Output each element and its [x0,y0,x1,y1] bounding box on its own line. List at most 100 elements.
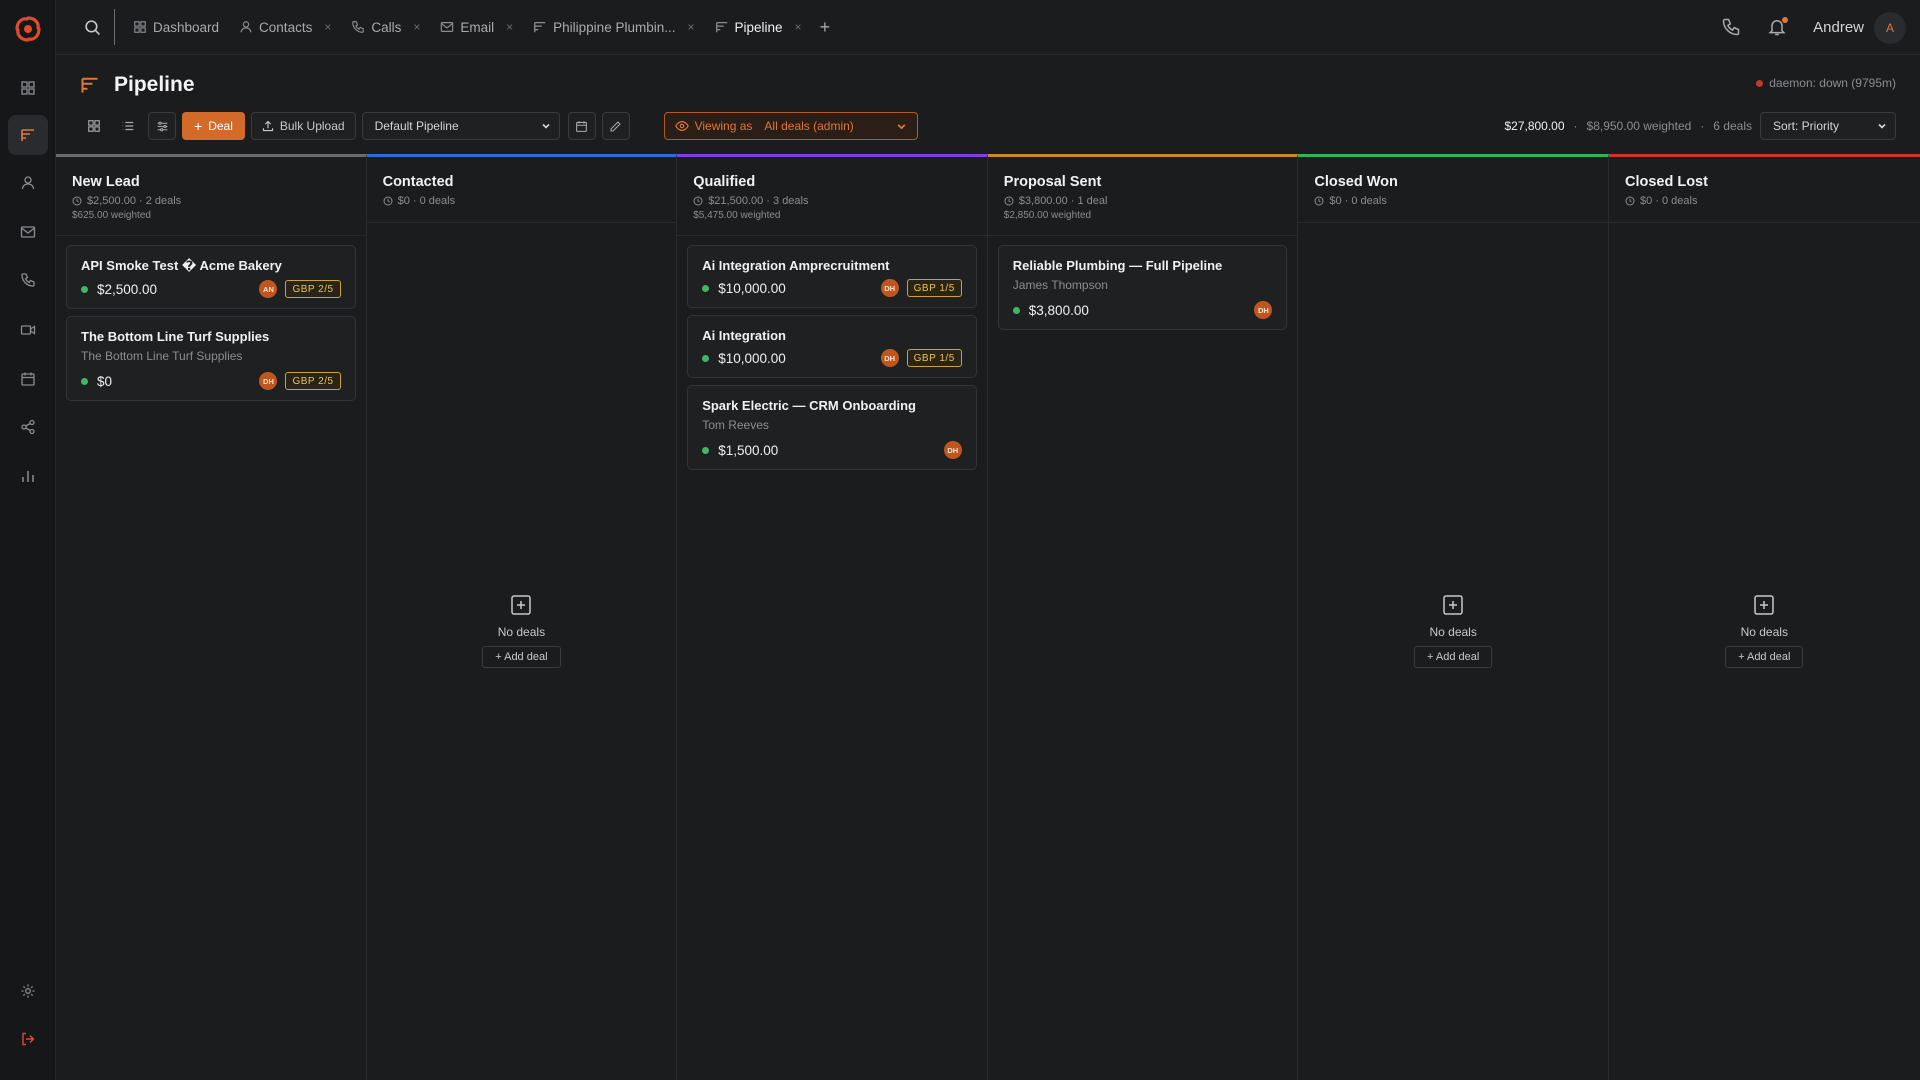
tab-calls[interactable]: Calls × [343,12,428,42]
viewing-as-label: Viewing as [694,119,753,133]
column-header: Proposal Sent $3,800.00 · 1 deal $2,850.… [987,157,1298,236]
deal-amount: $1,500.00 [718,442,779,458]
empty-state: No deals + Add deal [1609,593,1920,668]
search-icon[interactable] [80,15,104,39]
add-deal-button[interactable]: + Deal [182,112,245,140]
column-meta-text: $0 · 0 deals [397,195,456,207]
deal-subtitle: The Bottom Line Turf Supplies [81,349,243,363]
rail-gear-icon[interactable] [8,971,48,1011]
app-logo-icon[interactable] [13,14,43,44]
tab-pipeline[interactable]: Pipeline × [707,12,810,42]
gbp-badge: GBP 1/5 [906,349,962,367]
add-deal-link[interactable]: + Add deal [482,646,561,668]
clock-icon [1314,196,1324,206]
filter-settings-button[interactable] [148,112,176,140]
rail-share-icon[interactable] [8,407,48,447]
rail-calendar-icon[interactable] [8,359,48,399]
topbar-right: Andrew A [1721,0,1920,55]
tab-contacts[interactable]: Contacts × [231,12,339,42]
add-square-icon [1443,595,1463,615]
status-dot [1012,306,1020,314]
column-title: Closed Won [1314,174,1398,190]
close-icon[interactable]: × [324,20,331,34]
add-deal-link[interactable]: + Add deal [1725,646,1804,668]
deal-amount: $2,500.00 [97,281,158,297]
grid-icon [134,21,146,33]
column-weighted: $5,475.00 weighted [693,210,781,221]
phone-icon[interactable] [1721,17,1743,39]
rail-phone-icon[interactable] [8,260,48,300]
empty-text: No deals [497,625,546,639]
bulk-upload-button[interactable]: Bulk Upload [250,112,356,140]
deal-subtitle: Tom Reeves [702,418,769,432]
close-icon[interactable]: × [687,20,694,34]
viewing-as-select[interactable]: Viewing as All deals (admin) [663,112,918,140]
rail-pipeline-icon[interactable] [8,115,48,155]
gbp-badge: GBP 1/5 [906,279,962,297]
deal-card[interactable]: The Bottom Line Turf Supplies The Bottom… [66,316,356,401]
pipeline-weighted: $8,950.00 weighted [1586,119,1692,133]
bell-icon[interactable] [1767,16,1789,39]
deal-card[interactable]: API Smoke Test � Acme Bakery $2,500.00 A… [66,245,356,309]
rail-analytics-icon[interactable] [8,456,48,496]
left-rail [0,0,56,1080]
daemon-status: daemon: down (9795m) [1756,76,1896,90]
tab-label: Contacts [259,19,313,35]
status-dot [81,377,88,385]
column-meta: $0 · 0 deals [383,195,661,207]
column-header: Closed Won $0 · 0 deals [1298,157,1608,223]
rail-mail-icon[interactable] [8,212,48,252]
deal-row: $10,000.00 DH GBP 1/5 [702,349,962,367]
status-dot [702,446,710,454]
tab-label: Pipeline [734,19,783,35]
column-proposal-sent: Proposal Sent $3,800.00 · 1 deal $2,850.… [987,154,1299,1080]
pipeline-icon [534,21,546,33]
page-title: Pipeline [114,73,195,96]
chevron-down-icon [1878,123,1886,129]
deal-subtitle: James Thompson [1012,278,1108,292]
daemon-status-text: daemon: down (9795m) [1769,76,1896,90]
close-icon[interactable]: × [795,20,802,34]
avatar[interactable]: A [1874,11,1906,44]
deal-card[interactable]: Reliable Plumbing — Full Pipeline James … [997,245,1288,330]
list-view-button[interactable] [114,112,142,140]
tab-email[interactable]: Email × [432,12,521,42]
rail-dashboard-icon[interactable] [8,68,48,108]
column-title: Contacted [382,174,454,190]
edit-pipeline-button[interactable] [601,112,630,140]
deal-card[interactable]: Ai Integration Amprecruitment $10,000.00… [687,245,977,308]
plus-icon: + [194,118,203,134]
sort-select[interactable]: Sort: Priority [1760,112,1896,140]
column-new-lead: New Lead $2,500.00 · 2 deals $625.00 wei… [56,154,367,1080]
tab-dashboard[interactable]: Dashboard [125,12,227,42]
close-icon[interactable]: × [506,20,513,34]
pipeline-select[interactable]: Default Pipeline [361,112,560,140]
clock-icon [693,196,703,206]
deal-card[interactable]: Ai Integration $10,000.00 DH GBP 1/5 [687,315,977,378]
upload-icon [262,120,273,132]
pipeline-total: $27,800.00 [1504,119,1565,133]
column-contacted: Contacted $0 · 0 deals No deals + Add de… [366,154,678,1080]
deal-card[interactable]: Spark Electric — CRM Onboarding Tom Reev… [687,385,977,470]
column-meta-text: $2,500.00 · 2 deals [87,195,182,207]
tab-philippine-plumbing[interactable]: Philippine Plumbin... × [525,12,702,42]
notification-dot [1782,16,1789,23]
calendar-button[interactable] [567,112,596,140]
chevron-down-icon [897,123,906,129]
page-header: Pipeline [80,70,195,100]
rail-video-icon[interactable] [8,310,48,350]
add-deal-link[interactable]: + Add deal [1414,646,1493,668]
deal-title: API Smoke Test � Acme Bakery [81,258,282,273]
add-deal-label: Deal [208,119,233,133]
owner-avatar: AN [259,280,278,298]
rail-contacts-icon[interactable] [8,163,48,203]
user-name[interactable]: Andrew [1813,19,1864,36]
owner-avatar: DH [1254,301,1273,319]
calendar-icon [576,120,587,132]
close-icon[interactable]: × [413,20,420,34]
board-view-button[interactable] [80,112,108,140]
deal-row: $3,800.00 DH [1012,301,1273,319]
add-tab-button[interactable]: + [820,17,831,38]
rail-logout-icon[interactable] [8,1019,48,1059]
column-title: Closed Lost [1624,174,1708,190]
